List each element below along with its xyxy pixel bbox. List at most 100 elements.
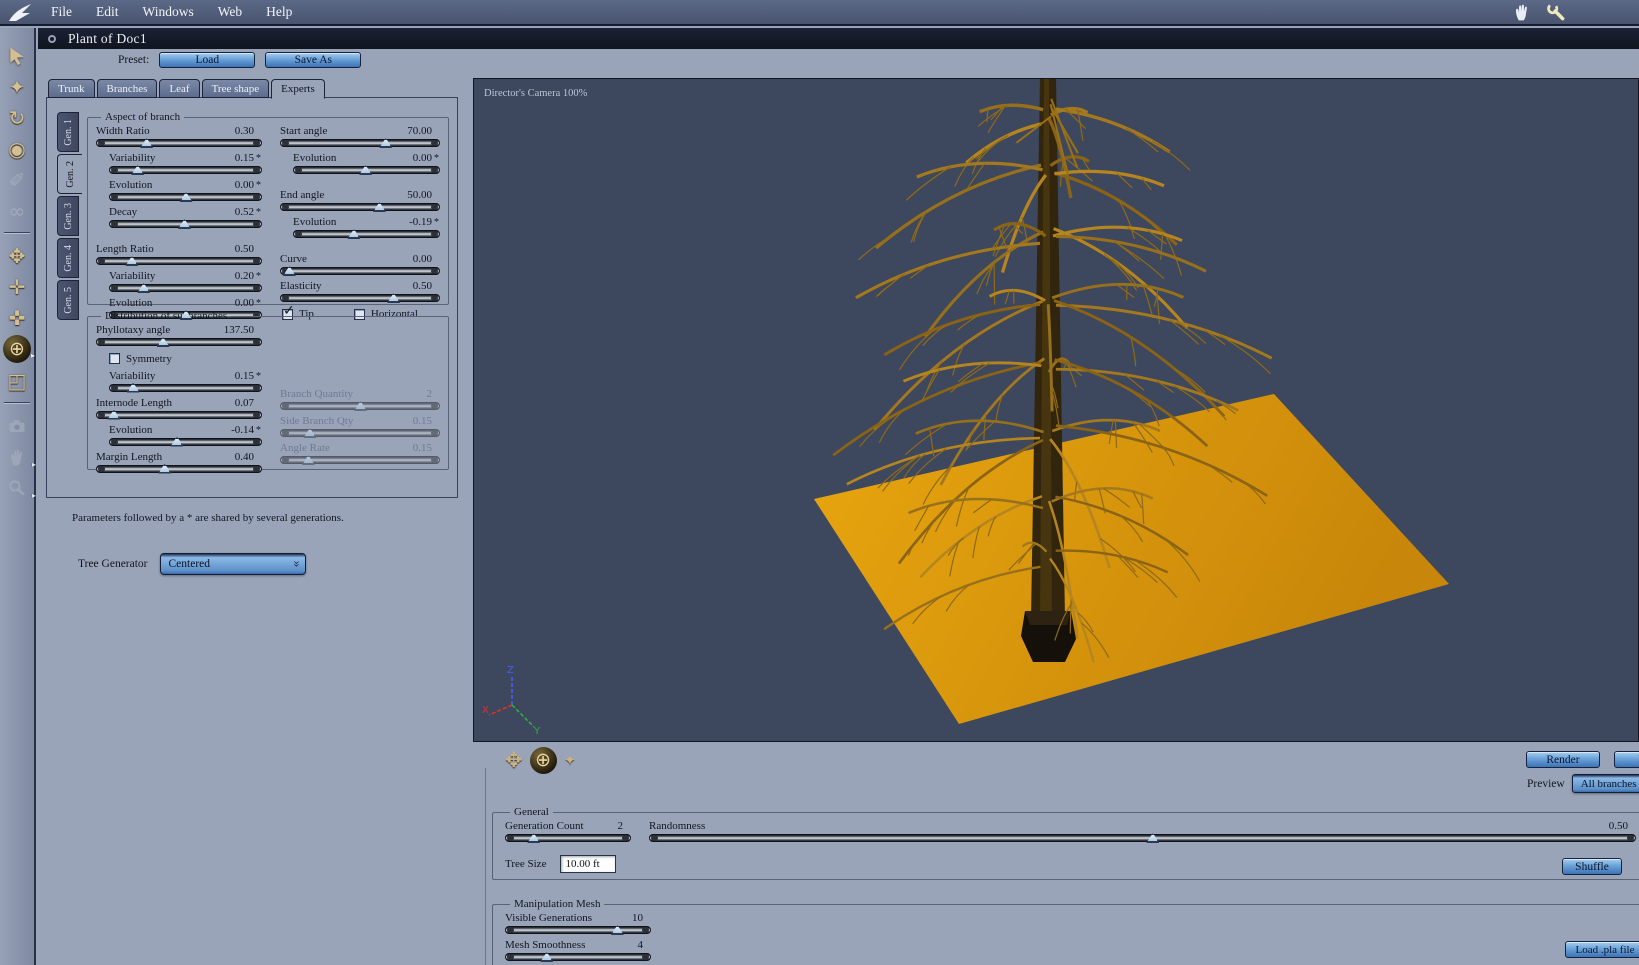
slider-thumb[interactable] <box>140 138 154 148</box>
slider-thumb[interactable] <box>282 266 296 276</box>
slider-track[interactable] <box>280 401 440 411</box>
slider-thumb[interactable] <box>540 952 554 962</box>
pan-camera-icon[interactable]: ✥ <box>2 240 32 271</box>
param-label: Evolution <box>293 216 337 228</box>
tree-size-input[interactable] <box>560 855 617 873</box>
slider-thumb[interactable] <box>303 428 317 438</box>
checkbox-box[interactable] <box>109 353 120 364</box>
current-tool-icon[interactable]: ⊕ ▸ <box>3 335 35 363</box>
slider-thumb[interactable] <box>126 382 140 393</box>
gen-tab-gen-1[interactable]: Gen. 1 <box>57 112 79 152</box>
slider-track[interactable] <box>96 138 262 148</box>
room-view-icon[interactable]: ◰ <box>2 365 32 396</box>
slider-thumb[interactable] <box>131 165 145 175</box>
slider-track[interactable] <box>293 229 440 239</box>
wrench-icon[interactable] <box>1545 2 1567 22</box>
slider-track[interactable] <box>96 463 262 474</box>
slider-track[interactable] <box>109 192 262 202</box>
slider-track[interactable] <box>280 428 440 438</box>
save-preset-button[interactable]: Save As <box>265 52 362 68</box>
universal-manipulator-icon[interactable]: ⊕ <box>529 747 557 774</box>
slider-track[interactable] <box>505 952 651 962</box>
slider-thumb[interactable] <box>137 283 151 293</box>
tree-generator-select[interactable]: Centered » <box>159 553 306 575</box>
checkbox-symmetry[interactable]: Symmetry <box>109 353 172 365</box>
orbit-camera-icon[interactable]: ✜ <box>2 302 32 333</box>
gen-tab-gen-4[interactable]: Gen. 4 <box>57 238 79 278</box>
slider-track[interactable] <box>96 337 262 347</box>
menu-web[interactable]: Web <box>218 4 242 20</box>
slider-track[interactable] <box>649 833 1636 843</box>
tab-leaf[interactable]: Leaf <box>159 79 200 98</box>
slider-track[interactable] <box>280 138 440 148</box>
hand-icon[interactable] <box>1511 2 1533 22</box>
slider-track[interactable] <box>280 293 440 303</box>
collapse-dot-icon[interactable] <box>48 34 56 43</box>
tab-branches[interactable]: Branches <box>96 79 158 98</box>
rotate-tool-icon[interactable]: ↻ <box>2 102 32 133</box>
slider-thumb[interactable] <box>387 293 401 303</box>
zoom-tool-icon[interactable]: ▸ <box>2 472 36 503</box>
slider-track[interactable] <box>109 382 262 393</box>
menu-windows[interactable]: Windows <box>143 4 194 20</box>
slider-thumb[interactable] <box>107 409 121 420</box>
gen-tab-gen-5[interactable]: Gen. 5 <box>57 280 79 320</box>
menu-edit[interactable]: Edit <box>96 4 119 20</box>
reset-button[interactable]: Reset <box>1614 751 1639 768</box>
tab-tree-shape[interactable]: Tree shape <box>201 79 270 98</box>
slider-track[interactable] <box>293 165 440 175</box>
slider-thumb[interactable] <box>372 202 386 212</box>
slider-thumb[interactable] <box>354 401 367 411</box>
load-pla-file-button[interactable]: Load .pla file <box>1565 941 1639 958</box>
shuffle-button[interactable]: Shuffle <box>1562 858 1622 875</box>
slider-track[interactable] <box>109 283 262 293</box>
scale-sphere-icon[interactable]: ◉ <box>2 133 32 164</box>
gen-tab-gen-2[interactable]: Gen. 2 <box>57 154 82 194</box>
menu-help[interactable]: Help <box>266 4 292 20</box>
slider-track[interactable] <box>96 256 262 266</box>
scale-manipulator-icon[interactable]: ✦ <box>564 753 577 768</box>
slider-track[interactable] <box>109 436 262 447</box>
slider-thumb[interactable] <box>156 337 170 347</box>
param-variability: Variability 0.20 * <box>109 270 262 293</box>
param-value: 0.50 <box>234 243 254 255</box>
slider-thumb[interactable] <box>179 192 193 202</box>
param-label: Angle Rate <box>280 442 330 454</box>
tab-experts[interactable]: Experts <box>271 79 325 99</box>
tab-trunk[interactable]: Trunk <box>48 79 95 98</box>
slider-thumb[interactable] <box>1146 833 1160 843</box>
slider-thumb[interactable] <box>379 138 393 148</box>
slider-thumb[interactable] <box>527 833 541 843</box>
slider-thumb[interactable] <box>177 219 191 229</box>
slider-track[interactable] <box>505 833 631 843</box>
slider-thumb[interactable] <box>170 436 184 447</box>
select-arrow-icon[interactable] <box>2 40 32 71</box>
slider-track[interactable] <box>505 925 651 935</box>
slider-thumb[interactable] <box>359 165 373 175</box>
slider-track[interactable] <box>280 202 440 212</box>
menu-file[interactable]: File <box>51 4 72 20</box>
slider-track[interactable] <box>109 165 262 175</box>
camera-tool-icon[interactable] <box>2 410 32 441</box>
translate-manipulator-icon[interactable]: ✥ <box>505 750 523 771</box>
param-evolution: Evolution -0.19 * <box>293 216 440 239</box>
slider-thumb[interactable] <box>301 455 315 465</box>
load-preset-button[interactable]: Load <box>159 52 256 68</box>
slider-thumb[interactable] <box>125 256 139 266</box>
hand-tool-icon[interactable]: ▸ <box>2 441 36 472</box>
slider-track[interactable] <box>96 409 262 420</box>
dolly-camera-icon[interactable]: ✛ <box>2 271 32 302</box>
gen-tab-gen-3[interactable]: Gen. 3 <box>57 196 79 236</box>
slider-thumb[interactable] <box>347 229 361 239</box>
slider-track[interactable] <box>280 455 440 465</box>
link-tool-icon[interactable]: ∞ <box>2 195 32 226</box>
render-button[interactable]: Render <box>1526 751 1600 768</box>
slider-track[interactable] <box>280 266 440 276</box>
needle-tool-icon[interactable]: ✐ <box>2 164 32 195</box>
slider-thumb[interactable] <box>610 925 624 935</box>
slider-track[interactable] <box>109 219 262 229</box>
slider-thumb[interactable] <box>158 463 172 474</box>
viewport-3d[interactable]: Director's Camera 100% Z X Y <box>473 78 1639 742</box>
move-star-icon[interactable]: ✦ <box>2 71 32 102</box>
preview-select[interactable]: All branches » <box>1571 774 1639 793</box>
